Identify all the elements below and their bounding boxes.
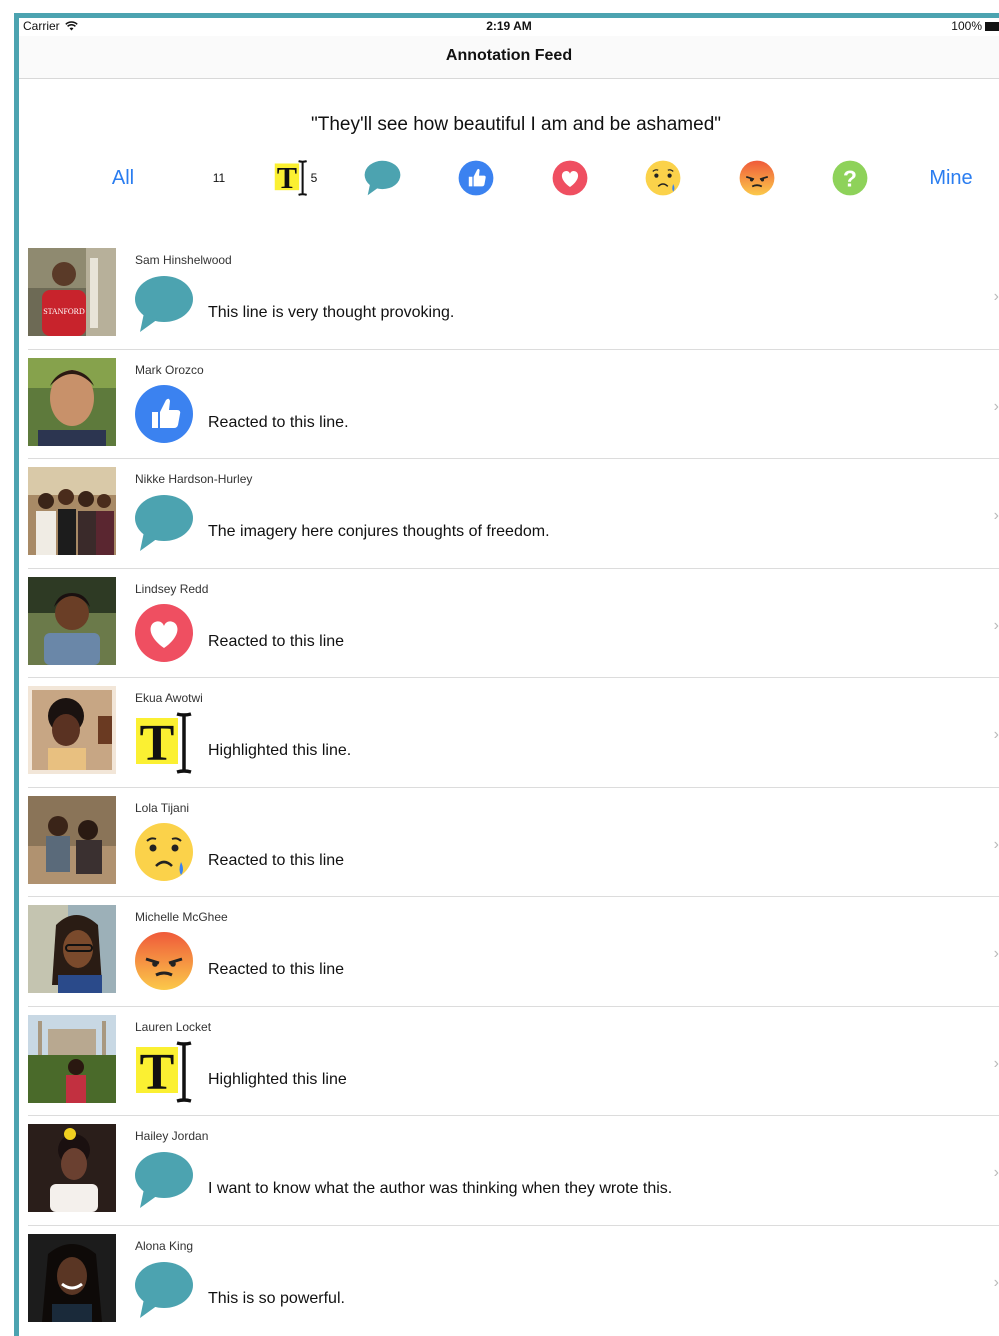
- avatar: STANFORD: [28, 248, 116, 336]
- annotation-text: Highlighted this line: [208, 1070, 347, 1088]
- user-name: Hailey Jordan: [135, 1129, 209, 1143]
- question-icon: ?: [832, 160, 868, 196]
- annotation-text: I want to know what the author was think…: [208, 1180, 673, 1197]
- feed-row[interactable]: Hailey Jordan I want to know what the au…: [28, 1116, 999, 1226]
- chevron-right-icon: ›: [993, 1054, 999, 1072]
- like-icon: [458, 160, 494, 196]
- svg-text:?: ?: [843, 165, 857, 191]
- avatar: [28, 1014, 116, 1103]
- avatar: [28, 686, 116, 774]
- avatar: [28, 1124, 116, 1212]
- user-name: Sam Hinshelwood: [135, 253, 232, 267]
- avatar: [28, 795, 116, 884]
- battery-icon: [985, 21, 999, 31]
- sad-icon: [645, 160, 681, 196]
- chevron-right-icon: ›: [993, 616, 999, 634]
- user-name: Michelle McGhee: [135, 910, 228, 924]
- highlight-icon: T: [274, 160, 307, 196]
- feed-row[interactable]: STANFORD Sam Hinshelwood This line is ve…: [28, 240, 999, 350]
- status-bar: Carrier 2:19 AM 100%: [19, 18, 999, 36]
- annotation-text: Reacted to this line: [208, 851, 345, 869]
- svg-text:T: T: [277, 161, 297, 195]
- user-name: Alona King: [135, 1238, 194, 1253]
- annotation-text: Reacted to this line.: [208, 413, 349, 431]
- avatar: [28, 357, 116, 446]
- filter-question-button[interactable]: ?: [831, 156, 869, 200]
- filter-highlight-button[interactable]: T 5: [269, 156, 321, 200]
- feed-row[interactable]: Lola Tijani Reacted to this line ›: [28, 788, 999, 897]
- avatar: [28, 576, 116, 665]
- heart-icon: [552, 160, 588, 196]
- feed-row[interactable]: Alona King This is so powerful. ›: [28, 1226, 999, 1336]
- avatar: [28, 905, 116, 993]
- frame-border-left: [14, 13, 19, 1336]
- sad-icon: [135, 822, 193, 881]
- annotation-text: Reacted to this line: [208, 632, 345, 650]
- comment-icon: [364, 160, 400, 196]
- filter-angry-button[interactable]: [738, 156, 776, 200]
- user-name: Ekua Awotwi: [135, 691, 203, 705]
- highlight-icon: T: [136, 1040, 192, 1103]
- filter-highlight-count: 5: [310, 171, 318, 185]
- annotation-text: Highlighted this line.: [208, 742, 352, 759]
- page-title: Annotation Feed: [445, 47, 573, 64]
- feed-row[interactable]: Lindsey Redd Reacted to this line ›: [28, 569, 999, 678]
- filter-mine-button[interactable]: Mine: [921, 156, 981, 200]
- user-name: Lola Tijani: [135, 800, 190, 815]
- user-name: Mark Orozco: [135, 362, 204, 377]
- chevron-right-icon: ›: [993, 288, 999, 305]
- like-icon: [135, 384, 193, 443]
- annotation-text: The imagery here conjures thoughts of fr…: [208, 523, 550, 540]
- filter-all-button[interactable]: All: [93, 156, 153, 200]
- comment-icon: [135, 495, 193, 551]
- svg-text:T: T: [140, 715, 175, 772]
- svg-text:T: T: [140, 1044, 175, 1101]
- filter-all-count: 11: [212, 171, 226, 185]
- filter-all-label: All: [111, 166, 135, 189]
- annotation-text: Reacted to this line: [208, 961, 345, 978]
- annotated-quote: "They'll see how beautiful I am and be a…: [310, 114, 722, 135]
- annotation-text: This line is very thought provoking.: [208, 304, 455, 321]
- chevron-right-icon: ›: [993, 507, 999, 524]
- chevron-right-icon: ›: [993, 726, 999, 743]
- heart-icon: [135, 603, 193, 662]
- chevron-right-icon: ›: [993, 1164, 999, 1181]
- filter-sad-button[interactable]: [644, 156, 682, 200]
- avatar: [28, 1233, 116, 1322]
- feed-row[interactable]: Mark Orozco Reacted to this line. ›: [28, 350, 999, 459]
- chevron-right-icon: ›: [993, 835, 999, 853]
- comment-icon: [135, 276, 193, 332]
- battery-percentage: 100%: [951, 19, 982, 33]
- angry-icon: [739, 160, 775, 196]
- user-name: Nikke Hardson-Hurley: [135, 472, 253, 486]
- angry-icon: [135, 932, 193, 990]
- annotation-text: This is so powerful.: [208, 1289, 345, 1307]
- filter-comment-button[interactable]: [363, 156, 401, 200]
- comment-icon: [135, 1152, 193, 1208]
- svg-text:STANFORD: STANFORD: [43, 307, 85, 316]
- feed-row[interactable]: Lauren Locket T Highlighted this line ›: [28, 1007, 999, 1116]
- feed-row[interactable]: Nikke Hardson-Hurley The imagery here co…: [28, 459, 999, 569]
- chevron-right-icon: ›: [993, 945, 999, 962]
- navigation-bar: Annotation Feed: [19, 36, 999, 79]
- filter-mine-label: Mine: [929, 166, 973, 189]
- feed-row[interactable]: Ekua Awotwi T Highlighted this line. ›: [28, 678, 999, 788]
- chevron-right-icon: ›: [993, 397, 999, 415]
- filter-heart-button[interactable]: [551, 156, 589, 200]
- annotation-feed-list: STANFORD Sam Hinshelwood This line is ve…: [28, 240, 999, 1335]
- feed-row[interactable]: Michelle McGhee Reacted to this line ›: [28, 897, 999, 1007]
- user-name: Lauren Locket: [135, 1019, 212, 1034]
- filter-bar: All 11 T 5 ? Mine: [19, 156, 999, 200]
- status-time: 2:19 AM: [486, 19, 532, 33]
- highlight-icon: T: [136, 712, 192, 774]
- comment-icon: [135, 1261, 193, 1318]
- chevron-right-icon: ›: [993, 1273, 999, 1291]
- user-name: Lindsey Redd: [135, 581, 209, 596]
- filter-like-button[interactable]: [457, 156, 495, 200]
- avatar: [28, 467, 116, 555]
